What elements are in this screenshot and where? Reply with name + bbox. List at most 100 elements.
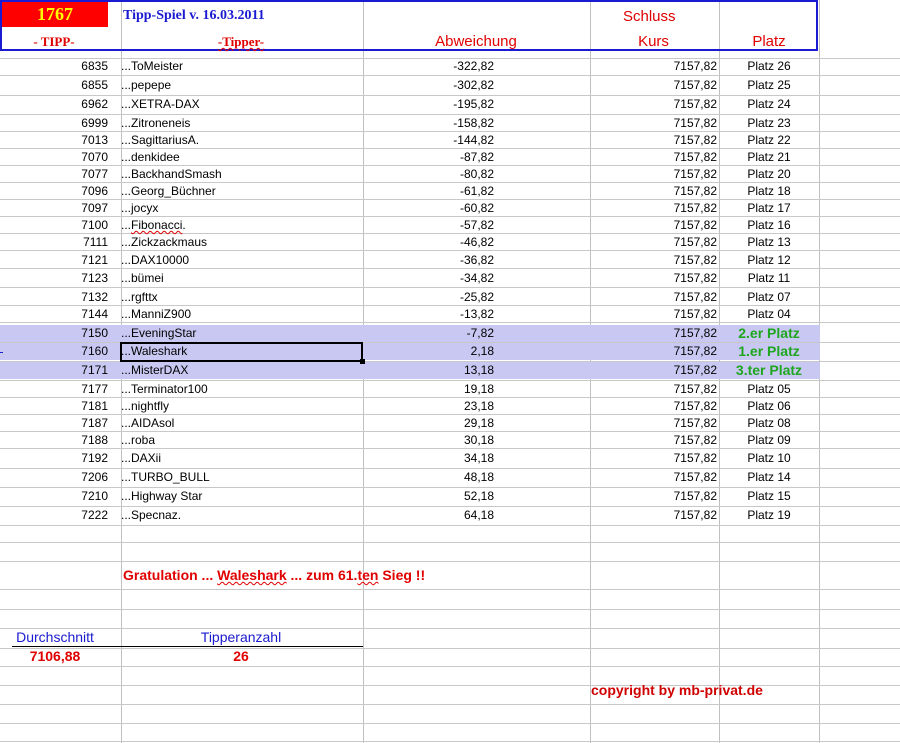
tipp-cell[interactable]: 7210 (0, 488, 108, 505)
platz-cell[interactable]: Platz 09 (720, 432, 818, 449)
tipper-name-cell[interactable]: ...ToMeister (121, 58, 361, 75)
deviation-cell[interactable]: 48,18 (363, 469, 494, 486)
platz-cell[interactable]: Platz 20 (720, 166, 818, 183)
table-row[interactable]: 7150 ...EveningStar -7,82 7157,82 2.er Platz (0, 325, 820, 342)
tipp-cell[interactable]: 7100 (0, 217, 108, 234)
platz-cell[interactable]: Platz 26 (720, 58, 818, 75)
kurs-cell[interactable]: 7157,82 (590, 507, 717, 524)
table-row[interactable]: 6855 ...pepepe -302,82 7157,82 Platz 25 (0, 77, 820, 94)
platz-cell[interactable]: Platz 11 (720, 270, 818, 287)
kurs-cell[interactable]: 7157,82 (590, 217, 717, 234)
tipp-cell[interactable]: 7132 (0, 289, 108, 306)
platz-cell[interactable]: 2.er Platz (720, 325, 818, 342)
table-row[interactable]: 6835 ...ToMeister -322,82 7157,82 Platz 26 (0, 58, 820, 75)
average-value[interactable]: 7106,88 (0, 648, 110, 664)
tipper-name-cell[interactable]: ...TURBO_BULL (121, 469, 361, 486)
tipp-cell[interactable]: 7171 (0, 362, 108, 379)
platz-cell[interactable]: Platz 19 (720, 507, 818, 524)
deviation-cell[interactable]: -60,82 (363, 200, 494, 217)
deviation-cell[interactable]: 29,18 (363, 415, 494, 432)
platz-cell[interactable]: Platz 08 (720, 415, 818, 432)
deviation-cell[interactable]: -7,82 (363, 325, 494, 342)
tipper-name-cell[interactable]: ...jocyx (121, 200, 361, 217)
kurs-cell[interactable]: 7157,82 (590, 325, 717, 342)
tip-count-cell[interactable]: 1767 (2, 2, 108, 27)
tipper-name-cell[interactable]: ...denkidee (121, 149, 361, 166)
tipp-cell[interactable]: 7077 (0, 166, 108, 183)
fill-handle[interactable] (360, 359, 365, 364)
tipper-name-cell[interactable]: ...Terminator100 (121, 381, 361, 398)
kurs-cell[interactable]: 7157,82 (590, 469, 717, 486)
deviation-cell[interactable]: -34,82 (363, 270, 494, 287)
average-label[interactable]: Durchschnitt (0, 629, 110, 645)
deviation-cell[interactable]: -87,82 (363, 149, 494, 166)
tipp-cell[interactable]: 7123 (0, 270, 108, 287)
deviation-cell[interactable]: -25,82 (363, 289, 494, 306)
col-header-abweichung[interactable]: Abweichung (363, 33, 589, 50)
table-row[interactable]: 7123 ...bümei -34,82 7157,82 Platz 11 (0, 270, 820, 287)
platz-cell[interactable]: Platz 16 (720, 217, 818, 234)
tipp-cell[interactable]: 7013 (0, 132, 108, 149)
table-row[interactable]: 7144 ...ManniZ900 -13,82 7157,82 Platz 04 (0, 306, 820, 323)
tipp-cell[interactable]: 7121 (0, 252, 108, 269)
platz-cell[interactable]: Platz 24 (720, 96, 818, 113)
table-row[interactable]: 7192 ...DAXii 34,18 7157,82 Platz 10 (0, 450, 820, 467)
tipp-cell[interactable]: 7150 (0, 325, 108, 342)
tipper-name-cell[interactable]: ...Zitroneneis (121, 115, 361, 132)
col-header-platz[interactable]: Platz (720, 33, 818, 50)
platz-cell[interactable]: Platz 12 (720, 252, 818, 269)
platz-cell[interactable]: Platz 22 (720, 132, 818, 149)
platz-cell[interactable]: Platz 07 (720, 289, 818, 306)
tipper-name-cell[interactable]: ...Highway Star (121, 488, 361, 505)
tipper-name-cell[interactable]: ...Fibonacci. (121, 217, 361, 234)
tipp-cell[interactable]: 7192 (0, 450, 108, 467)
kurs-cell[interactable]: 7157,82 (590, 343, 717, 360)
tipper-name-cell[interactable]: ...roba (121, 432, 361, 449)
tipp-cell[interactable]: 7144 (0, 306, 108, 323)
table-row[interactable]: 7181 ...nightfly 23,18 7157,82 Platz 06 (0, 398, 820, 415)
col-header-tipper[interactable]: -Tipper- (121, 34, 361, 50)
col-header-kurs[interactable]: Kurs (590, 33, 717, 50)
kurs-cell[interactable]: 7157,82 (590, 270, 717, 287)
table-row[interactable]: 6962 ...XETRA-DAX -195,82 7157,82 Platz 24 (0, 96, 820, 113)
kurs-cell[interactable]: 7157,82 (590, 115, 717, 132)
deviation-cell[interactable]: -322,82 (363, 58, 494, 75)
deviation-cell[interactable]: -302,82 (363, 77, 494, 94)
kurs-cell[interactable]: 7157,82 (590, 362, 717, 379)
tipper-name-cell[interactable]: ...Zickzackmaus (121, 234, 361, 251)
platz-cell[interactable]: Platz 23 (720, 115, 818, 132)
tipp-cell[interactable]: 6835 (0, 58, 108, 75)
tipp-cell[interactable]: 7097 (0, 200, 108, 217)
tipper-name-cell[interactable]: ...nightfly (121, 398, 361, 415)
kurs-cell[interactable]: 7157,82 (590, 58, 717, 75)
platz-cell[interactable]: 1.er Platz (720, 343, 818, 360)
tipper-name-cell[interactable]: ...pepepe (121, 77, 361, 94)
table-row[interactable]: 7222 ...Specnaz. 64,18 7157,82 Platz 19 (0, 507, 820, 524)
tipper-name-cell[interactable]: ...bümei (121, 270, 361, 287)
tipp-cell[interactable]: 7181 (0, 398, 108, 415)
table-row[interactable]: 7111 ...Zickzackmaus -46,82 7157,82 Platz 13 (0, 234, 820, 251)
table-row[interactable]: 7188 ...roba 30,18 7157,82 Platz 09 (0, 432, 820, 449)
deviation-cell[interactable]: -158,82 (363, 115, 494, 132)
tipp-cell[interactable]: 6855 (0, 77, 108, 94)
col-header-tipp[interactable]: - TIPP- (0, 34, 108, 50)
platz-cell[interactable]: Platz 06 (720, 398, 818, 415)
deviation-cell[interactable]: 2,18 (363, 343, 494, 360)
tipp-cell[interactable]: 7188 (0, 432, 108, 449)
tipp-cell[interactable]: 7177 (0, 381, 108, 398)
tipper-count-value[interactable]: 26 (121, 648, 361, 664)
platz-cell[interactable]: Platz 25 (720, 77, 818, 94)
deviation-cell[interactable]: -57,82 (363, 217, 494, 234)
copyright-notice[interactable]: copyright by mb-privat.de (591, 682, 763, 698)
tipper-name-cell[interactable]: ...MisterDAX (121, 362, 361, 379)
kurs-cell[interactable]: 7157,82 (590, 77, 717, 94)
table-row[interactable]: 7013 ...SagittariusA. -144,82 7157,82 Platz … (0, 132, 820, 149)
table-row[interactable]: 7070 ...denkidee -87,82 7157,82 Platz 21 (0, 149, 820, 166)
kurs-cell[interactable]: 7157,82 (590, 200, 717, 217)
deviation-cell[interactable]: 52,18 (363, 488, 494, 505)
platz-cell[interactable]: Platz 04 (720, 306, 818, 323)
tipp-cell[interactable]: 7160 (0, 343, 108, 360)
deviation-cell[interactable]: -80,82 (363, 166, 494, 183)
platz-cell[interactable]: Platz 14 (720, 469, 818, 486)
deviation-cell[interactable]: 64,18 (363, 507, 494, 524)
